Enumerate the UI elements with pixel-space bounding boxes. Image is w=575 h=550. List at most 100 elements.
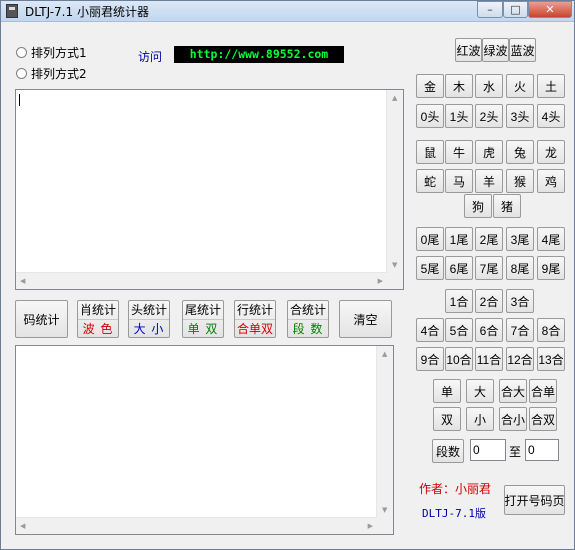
shengxiao-stat-button[interactable]: 肖统计 波 色 [77,300,119,338]
sum-odd-button[interactable]: 合单 [529,379,557,403]
sum-button[interactable]: 3合 [506,289,534,313]
scroll-corner [387,273,403,289]
tail-button[interactable]: 1尾 [445,227,473,251]
big-small-label: 大 小 [129,319,169,338]
output-textarea[interactable]: ▲ ▼ ◀ ▶ [15,345,394,535]
vertical-scrollbar[interactable]: ▲ ▼ [376,346,393,518]
blue-wave-button[interactable]: 蓝波 [509,38,536,62]
he-stat-button[interactable]: 合统计 段 数 [287,300,329,338]
tail-button[interactable]: 5尾 [416,256,444,280]
sum-small-button[interactable]: 合小 [499,407,527,431]
tail-button[interactable]: 0尾 [416,227,444,251]
segment-button[interactable]: 段数 [432,439,464,463]
tail-button[interactable]: 2尾 [475,227,503,251]
tou-stat-label: 头统计 [130,303,167,317]
sum-big-button[interactable]: 合大 [499,379,527,403]
title-bar[interactable]: DLTJ-7.1 小丽君统计器 – □ ✕ [1,1,574,22]
input-textarea[interactable]: ▲ ▼ ◀ ▶ [15,89,404,290]
zodiac-button[interactable]: 蛇 [416,169,444,193]
head-button[interactable]: 3头 [506,104,534,128]
sum-button[interactable]: 1合 [445,289,473,313]
maximize-button[interactable]: □ [503,1,528,18]
tail-button[interactable]: 4尾 [537,227,565,251]
scroll-down-icon[interactable]: ▼ [382,506,387,514]
sum-button[interactable]: 11合 [475,347,503,371]
sum-button[interactable]: 7合 [506,318,534,342]
sum-button[interactable]: 12合 [506,347,534,371]
element-button[interactable]: 土 [537,74,565,98]
minimize-button[interactable]: – [477,1,503,18]
sum-button[interactable]: 6合 [475,318,503,342]
zodiac-button[interactable]: 马 [445,169,473,193]
scroll-up-icon[interactable]: ▲ [392,94,397,102]
element-button[interactable]: 水 [475,74,503,98]
odd-even-label: 单 双 [183,319,223,338]
zodiac-button[interactable]: 龙 [537,140,565,164]
element-button[interactable]: 木 [445,74,473,98]
tou-stat-button[interactable]: 头统计 大 小 [128,300,170,338]
wei-stat-button[interactable]: 尾统计 单 双 [182,300,224,338]
zodiac-button[interactable]: 狗 [464,194,492,218]
segment-to-field[interactable] [525,439,559,461]
zodiac-button[interactable]: 虎 [475,140,503,164]
hang-stat-button[interactable]: 行统计 合单双 [234,300,276,338]
tail-button[interactable]: 8尾 [506,256,534,280]
odd-button[interactable]: 单 [433,379,461,403]
tail-button[interactable]: 9尾 [537,256,565,280]
sum-button[interactable]: 8合 [537,318,565,342]
app-window: DLTJ-7.1 小丽君统计器 – □ ✕ 排列方式1 排列方式2 访问 htt… [0,0,575,550]
head-button[interactable]: 1头 [445,104,473,128]
head-button[interactable]: 0头 [416,104,444,128]
tail-button[interactable]: 6尾 [445,256,473,280]
scroll-left-icon[interactable]: ◀ [20,277,25,285]
scroll-up-icon[interactable]: ▲ [382,350,387,358]
mode1-radio[interactable]: 排列方式1 [16,44,87,61]
sum-button[interactable]: 13合 [537,347,565,371]
mode1-label: 排列方式1 [31,46,87,60]
sum-button[interactable]: 9合 [416,347,444,371]
scroll-right-icon[interactable]: ▶ [368,522,373,530]
big-button[interactable]: 大 [466,379,494,403]
sum-button[interactable]: 4合 [416,318,444,342]
scroll-left-icon[interactable]: ◀ [20,522,25,530]
small-button[interactable]: 小 [466,407,494,431]
vertical-scrollbar[interactable]: ▲ ▼ [386,90,403,273]
visit-label: 访问 [138,50,163,64]
sum-even-button[interactable]: 合双 [529,407,557,431]
clear-button[interactable]: 清空 [339,300,392,338]
element-button[interactable]: 金 [416,74,444,98]
zodiac-button[interactable]: 兔 [506,140,534,164]
head-button[interactable]: 4头 [537,104,565,128]
code-stat-button[interactable]: 码统计 [15,300,68,338]
zodiac-button[interactable]: 鸡 [537,169,565,193]
calculator-icon [6,4,18,18]
scroll-corner [377,518,393,534]
zodiac-button[interactable]: 猴 [506,169,534,193]
sum-odd-even-label: 合单双 [235,319,275,338]
zodiac-button[interactable]: 羊 [475,169,503,193]
website-url[interactable]: http://www.89552.com [174,46,344,63]
scroll-down-icon[interactable]: ▼ [392,261,397,269]
open-page-button[interactable]: 打开号码页 [504,485,565,515]
scroll-right-icon[interactable]: ▶ [378,277,383,285]
horizontal-scrollbar[interactable]: ◀ ▶ [16,272,387,289]
head-button[interactable]: 2头 [475,104,503,128]
close-button[interactable]: ✕ [528,1,572,18]
sum-button[interactable]: 10合 [445,347,473,371]
zodiac-button[interactable]: 猪 [493,194,521,218]
even-button[interactable]: 双 [433,407,461,431]
tail-button[interactable]: 7尾 [475,256,503,280]
horizontal-scrollbar[interactable]: ◀ ▶ [16,517,377,534]
zodiac-button[interactable]: 鼠 [416,140,444,164]
green-wave-button[interactable]: 绿波 [482,38,509,62]
element-button[interactable]: 火 [506,74,534,98]
red-wave-button[interactable]: 红波 [455,38,482,62]
zodiac-button[interactable]: 牛 [445,140,473,164]
text-caret [19,94,20,106]
wave-color-label: 波 色 [78,319,118,338]
tail-button[interactable]: 3尾 [506,227,534,251]
sum-button[interactable]: 2合 [475,289,503,313]
segment-from-field[interactable] [470,439,506,461]
sum-button[interactable]: 5合 [445,318,473,342]
mode2-radio[interactable]: 排列方式2 [16,65,87,82]
